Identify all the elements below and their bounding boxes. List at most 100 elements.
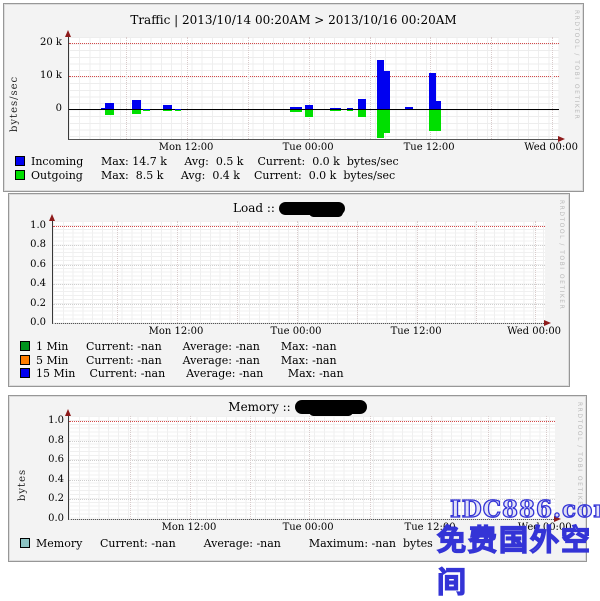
- major-gridline: [53, 265, 545, 266]
- load-plot-area: [52, 221, 545, 324]
- site-watermark-caption: 免费国外空间: [437, 517, 600, 601]
- incoming-bar: [132, 100, 141, 109]
- major-gridline: [69, 480, 555, 481]
- legend-series-name: 5 Min: [36, 354, 86, 368]
- memory-legend: MemoryCurrent: -nan Average: -nan Maximu…: [20, 537, 433, 551]
- traffic-y-axis-label: bytes/sec: [9, 52, 20, 132]
- major-gridline: [69, 421, 555, 422]
- outgoing-bar: [143, 110, 150, 111]
- y-tick-label: 0.0: [9, 513, 64, 524]
- major-gridline-vertical: [130, 416, 131, 519]
- major-gridline-vertical: [248, 37, 249, 139]
- outgoing-bar: [358, 110, 366, 117]
- legend-color-swatch: [20, 341, 30, 351]
- legend-stats-text: Current: -nan Average: -nan Maximum: -na…: [100, 537, 433, 550]
- major-gridline-vertical: [190, 416, 191, 519]
- legend-row: 15 Min Current: -nan Average: -nan Max: …: [20, 367, 344, 381]
- incoming-bar: [305, 105, 313, 109]
- traffic-legend: IncomingMax: 14.7 k Avg: 0.5 k Current: …: [15, 155, 399, 182]
- x-tick-label: Wed 00:00: [524, 142, 578, 153]
- traffic-graph-panel: Traffic | 2013/10/14 00:20AM > 2013/10/1…: [3, 3, 584, 192]
- major-gridline: [53, 226, 545, 227]
- major-gridline: [53, 304, 545, 305]
- legend-stats-text: Current: -nan Average: -nan Max: -nan: [86, 340, 337, 353]
- outgoing-bar: [105, 110, 114, 115]
- legend-stats-text: Current: -nan Average: -nan Max: -nan: [86, 367, 344, 380]
- legend-stats-text: Max: 8.5 k Avg: 0.4 k Current: 0.0 k byt…: [101, 169, 395, 182]
- load-title-text: Load ::: [233, 201, 275, 215]
- major-gridline: [69, 460, 555, 461]
- load-minor-grid: [53, 221, 545, 323]
- major-gridline: [69, 441, 555, 442]
- y-tick-label: 0.8: [9, 239, 46, 250]
- x-tick-label: Tue 00:00: [283, 142, 334, 153]
- outgoing-bar: [163, 110, 172, 111]
- major-gridline-vertical: [552, 37, 553, 139]
- legend-series-name: Incoming: [31, 155, 101, 169]
- x-tick-label: Tue 00:00: [271, 326, 322, 337]
- incoming-bar: [384, 71, 390, 109]
- outgoing-bar: [384, 110, 390, 133]
- load-legend: 1 MinCurrent: -nan Average: -nan Max: -n…: [20, 340, 344, 381]
- legend-series-name: Outgoing: [31, 169, 101, 183]
- memory-title: Memory ::: [9, 400, 586, 414]
- major-gridline-vertical: [309, 37, 310, 139]
- incoming-bar: [290, 107, 302, 109]
- redaction-mark: [309, 208, 343, 217]
- redacted-hostname: [279, 202, 345, 215]
- rrdtool-graphs-page: { "rrd_watermark": "RRDTOOL / TOBI OETIK…: [0, 0, 600, 565]
- y-tick-label: 0.6: [9, 259, 46, 270]
- y-tick-label: 0.4: [9, 474, 64, 485]
- major-gridline-vertical: [297, 221, 298, 323]
- major-gridline-vertical: [187, 37, 188, 139]
- load-graph-panel: Load :: 1 MinCurrent: -nan Average: -nan…: [8, 193, 570, 387]
- legend-series-name: Memory: [36, 537, 100, 551]
- legend-color-swatch: [20, 368, 30, 378]
- x-tick-label: Mon 12:00: [149, 326, 204, 337]
- legend-color-swatch: [20, 538, 30, 548]
- x-tick-label: Tue 00:00: [283, 522, 334, 533]
- y-tick-label: 0.2: [9, 493, 64, 504]
- redacted-hostname: [295, 400, 367, 414]
- load-title: Load ::: [9, 201, 569, 215]
- y-tick-label: 1.0: [9, 220, 46, 231]
- major-gridline-vertical: [491, 37, 492, 139]
- y-tick-label: 0.0: [9, 317, 46, 328]
- outgoing-bar: [290, 110, 302, 112]
- y-tick-label: 1.0: [9, 415, 64, 426]
- incoming-bar: [358, 99, 366, 109]
- major-gridline: [53, 323, 545, 324]
- rrdtool-watermark-text: RRDTOOL / TOBI OETIKER: [558, 200, 565, 310]
- legend-row: 1 MinCurrent: -nan Average: -nan Max: -n…: [20, 340, 344, 354]
- traffic-title: Traffic | 2013/10/14 00:20AM > 2013/10/1…: [4, 13, 583, 27]
- outgoing-bar: [305, 110, 313, 117]
- major-gridline-vertical: [117, 221, 118, 323]
- traffic-title-text: Traffic | 2013/10/14 00:20AM > 2013/10/1…: [130, 13, 456, 27]
- incoming-bar: [347, 108, 353, 109]
- legend-row: MemoryCurrent: -nan Average: -nan Maximu…: [20, 537, 433, 551]
- major-gridline-vertical: [370, 416, 371, 519]
- legend-row: IncomingMax: 14.7 k Avg: 0.5 k Current: …: [15, 155, 399, 169]
- legend-series-name: 15 Min: [36, 367, 86, 381]
- incoming-bar: [105, 103, 114, 109]
- y-axis-arrow-icon: [65, 409, 71, 416]
- major-gridline-vertical: [250, 416, 251, 519]
- y-tick-label: 0.8: [9, 435, 64, 446]
- incoming-bar: [330, 108, 341, 109]
- y-tick-label: 0.4: [9, 278, 46, 289]
- major-gridline-vertical: [309, 416, 310, 519]
- major-gridline-vertical: [431, 416, 432, 519]
- y-axis-arrow-icon: [49, 214, 55, 221]
- legend-series-name: 1 Min: [36, 340, 86, 354]
- traffic-plot-area: [68, 37, 559, 140]
- major-gridline-vertical: [417, 221, 418, 323]
- major-gridline-vertical: [476, 221, 477, 323]
- legend-stats-text: Current: -nan Average: -nan Max: -nan: [86, 354, 337, 367]
- major-gridline-vertical: [370, 37, 371, 139]
- major-gridline: [53, 284, 545, 285]
- outgoing-bar: [132, 110, 141, 114]
- x-tick-label: Wed 00:00: [507, 326, 561, 337]
- incoming-bar: [429, 73, 436, 109]
- incoming-bar: [405, 107, 413, 109]
- incoming-bar: [377, 60, 384, 109]
